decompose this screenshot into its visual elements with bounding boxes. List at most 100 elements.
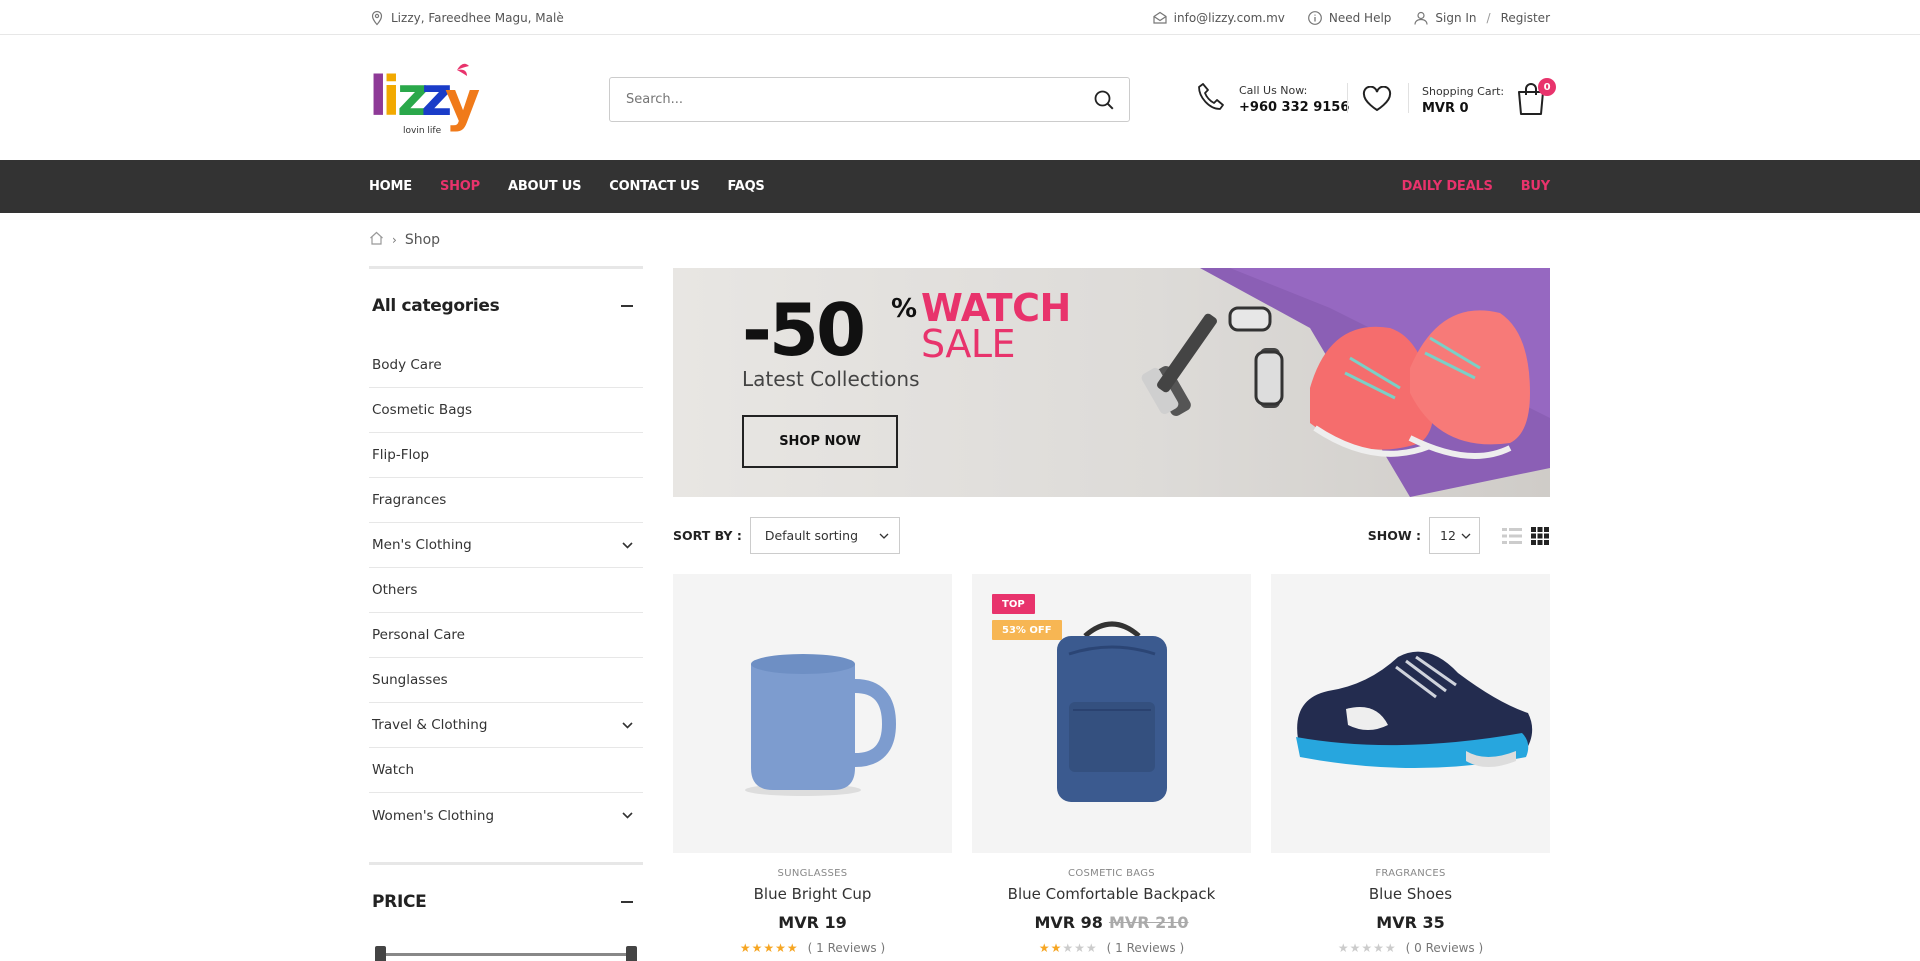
cart-count-badge: 0 [1538,78,1557,96]
product-image[interactable] [673,574,952,853]
nav-item-contact-us[interactable]: CONTACT US [609,179,699,194]
star-filled-icon: ★ [751,941,763,955]
sign-in-link[interactable]: Sign In [1435,11,1476,25]
breadcrumb: › Shop [369,231,440,249]
shop-toolbar: SORT BY : Default sorting SHOW : 12 [673,517,1550,554]
category-item[interactable]: Body Care [369,343,643,388]
list-view-icon[interactable] [1502,526,1522,546]
search-button[interactable] [1079,78,1129,121]
category-item[interactable]: Flip-Flop [369,433,643,478]
category-label: Watch [372,762,415,778]
price-filter-header[interactable]: PRICE [369,865,643,939]
product-card: FRAGRANCES Blue Shoes MVR 35 ★ ★ ★ ★ ★ ( 0 R… [1271,574,1550,955]
need-help-link[interactable]: Need Help [1307,10,1392,26]
product-category[interactable]: FRAGRANCES [1271,868,1550,879]
chevron-down-icon [879,533,889,539]
category-item[interactable]: Others [369,568,643,613]
product-image[interactable] [1271,574,1550,853]
email-link[interactable]: info@lizzy.com.mv [1152,10,1285,26]
star-empty-icon: ★ [1384,941,1396,955]
category-filter-header[interactable]: All categories [369,269,643,343]
email-text: info@lizzy.com.mv [1173,10,1285,25]
product-image[interactable]: TOP 53% OFF [972,574,1251,853]
product-name[interactable]: Blue Shoes [1271,885,1550,903]
review-count[interactable]: ( 0 Reviews ) [1406,941,1484,955]
price-slider-max-handle[interactable] [626,946,637,961]
nav-item-buy[interactable]: BUY [1521,179,1550,194]
product-category[interactable]: COSMETIC BAGS [972,868,1251,879]
heart-icon [1362,85,1392,112]
price-slider[interactable] [375,939,637,961]
chevron-down-icon[interactable] [622,541,633,549]
category-item[interactable]: Cosmetic Bags [369,388,643,433]
price-slider-min-handle[interactable] [375,946,386,961]
price-current: MVR 35 [1376,913,1445,932]
search-input[interactable] [610,78,1079,121]
call-number: +960 332 9156 [1239,99,1350,115]
site-logo[interactable]: l i z z y lovin life [369,60,481,140]
category-item[interactable]: Men's Clothing [369,523,643,568]
category-item[interactable]: Sunglasses [369,658,643,703]
category-label: Flip-Flop [372,447,430,463]
category-label: Others [372,582,418,598]
nav-item-daily-deals[interactable]: DAILY DEALS [1402,179,1493,194]
svg-text:y: y [445,70,480,133]
product-card: SUNGLASSES Blue Bright Cup MVR 19 ★ ★ ★ ★ ★ … [673,574,952,955]
category-item[interactable]: Travel & Clothing [369,703,643,748]
sort-label: SORT BY : [673,528,742,543]
cart-label: Shopping Cart: [1422,84,1505,98]
price-slider-track [383,953,629,956]
collapse-icon[interactable] [621,305,633,307]
collapse-icon[interactable] [621,901,633,903]
banner-title-line2: SALE [921,322,1016,366]
category-item[interactable]: Personal Care [369,613,643,658]
shop-now-button[interactable]: SHOP NOW [742,415,898,468]
star-filled-icon: ★ [786,941,798,955]
nav-item-faqs[interactable]: FAQS [728,179,765,194]
shopping-cart[interactable]: Shopping Cart: MVR 0 0 [1422,78,1557,118]
category-label: Women's Clothing [372,807,495,824]
site-header: l i z z y lovin life Call Us Now: +960 3… [0,35,1920,160]
nav-item-home[interactable]: HOME [369,179,412,194]
mug-image [744,653,896,796]
nav-menu: HOME SHOP ABOUT US CONTACT US FAQS [369,179,765,194]
wishlist-button[interactable] [1362,85,1392,116]
category-item[interactable]: Women's Clothing [369,793,643,838]
home-icon[interactable] [369,231,384,249]
product-category[interactable]: SUNGLASSES [673,868,952,879]
chevron-right-icon: › [392,233,397,247]
register-link[interactable]: Register [1501,11,1550,25]
show-count-select[interactable]: 12 [1429,517,1480,554]
banner-subtitle: Latest Collections [742,367,920,391]
chevron-down-icon[interactable] [622,812,633,819]
category-item[interactable]: Watch [369,748,643,793]
product-name[interactable]: Blue Bright Cup [673,885,952,903]
grid-view-icon[interactable] [1530,526,1550,546]
category-item[interactable]: Fragrances [369,478,643,523]
star-empty-icon: ★ [1373,941,1384,955]
logo-tagline: lovin life [403,126,442,136]
price-filter-title: PRICE [372,892,427,912]
banner-image [1141,268,1550,497]
category-label: Sunglasses [372,672,448,688]
star-empty-icon: ★ [1349,941,1361,955]
nav-item-shop[interactable]: SHOP [440,179,480,194]
review-count[interactable]: ( 1 Reviews ) [808,941,886,955]
star-empty-icon: ★ [1085,941,1097,955]
price-current: MVR 98 [1034,913,1103,932]
need-help-text: Need Help [1328,10,1392,25]
nav-item-about-us[interactable]: ABOUT US [508,179,581,194]
star-filled-icon: ★ [739,941,751,955]
star-empty-icon: ★ [1062,941,1074,955]
chevron-down-icon[interactable] [622,721,633,729]
rating-stars: ★ ★ ★ ★ ★ [740,941,798,955]
account-separator: / [1486,10,1491,25]
phone-icon [1197,82,1225,116]
location-pin-icon [369,10,385,26]
review-count[interactable]: ( 1 Reviews ) [1107,941,1185,955]
product-name[interactable]: Blue Comfortable Backpack [972,885,1251,903]
star-filled-icon: ★ [775,941,786,955]
sort-select[interactable]: Default sorting [749,517,900,554]
nav-menu-right: DAILY DEALS BUY [1402,179,1551,194]
call-us[interactable]: Call Us Now: +960 332 9156 [1197,82,1349,116]
